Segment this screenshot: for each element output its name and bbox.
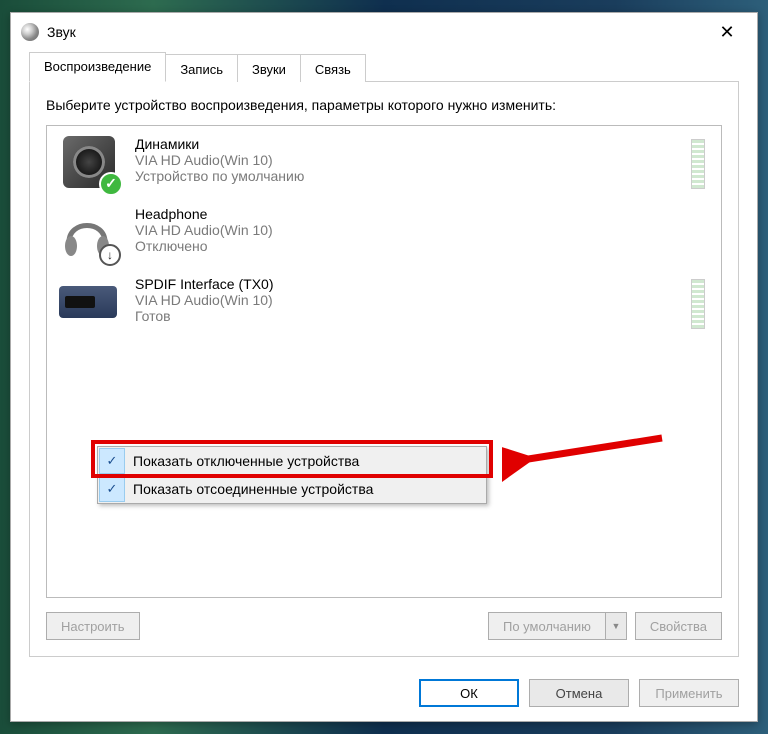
menu-item-label: Показать отключенные устройства: [133, 453, 359, 469]
window-title: Звук: [47, 24, 707, 40]
spdif-icon: [59, 276, 119, 332]
instruction-text: Выберите устройство воспроизведения, пар…: [46, 96, 722, 115]
device-status: Отключено: [135, 238, 709, 254]
level-meter: [691, 139, 705, 189]
sound-dialog: Звук ✕ Воспроизведение Запись Звуки Связ…: [10, 12, 758, 722]
disabled-down-icon: ↓: [99, 244, 121, 266]
device-row-headphone[interactable]: ↓ Headphone VIA HD Audio(Win 10) Отключе…: [51, 200, 717, 270]
tab-sounds[interactable]: Звуки: [237, 54, 301, 82]
device-driver: VIA HD Audio(Win 10): [135, 292, 691, 308]
device-name: Динамики: [135, 136, 691, 152]
close-button[interactable]: ✕: [707, 17, 747, 47]
titlebar: Звук ✕: [11, 13, 757, 51]
apply-button[interactable]: Применить: [639, 679, 739, 707]
device-status: Готов: [135, 308, 691, 324]
device-status: Устройство по умолчанию: [135, 168, 691, 184]
annotation-arrow: [502, 426, 672, 486]
headphone-icon: ↓: [59, 206, 119, 262]
device-row-speakers[interactable]: ✓ Динамики VIA HD Audio(Win 10) Устройст…: [51, 130, 717, 200]
content-area: Воспроизведение Запись Звуки Связь Выбер…: [11, 51, 757, 667]
menu-show-disconnected[interactable]: ✓ Показать отсоединенные устройства: [98, 475, 486, 503]
tab-strip: Воспроизведение Запись Звуки Связь: [29, 52, 739, 82]
context-menu: ✓ Показать отключенные устройства ✓ Пока…: [97, 446, 487, 504]
configure-button[interactable]: Настроить: [46, 612, 140, 640]
sound-icon: [21, 23, 39, 41]
dialog-button-row: ОК Отмена Применить: [11, 667, 757, 721]
device-info: SPDIF Interface (TX0) VIA HD Audio(Win 1…: [135, 276, 691, 324]
device-name: Headphone: [135, 206, 709, 222]
device-driver: VIA HD Audio(Win 10): [135, 222, 709, 238]
check-icon: ✓: [99, 476, 125, 502]
level-meter: [691, 279, 705, 329]
device-row-spdif[interactable]: SPDIF Interface (TX0) VIA HD Audio(Win 1…: [51, 270, 717, 340]
menu-show-disabled[interactable]: ✓ Показать отключенные устройства: [98, 447, 486, 475]
check-icon: ✓: [99, 448, 125, 474]
default-button[interactable]: По умолчанию: [488, 612, 605, 640]
menu-item-label: Показать отсоединенные устройства: [133, 481, 373, 497]
device-list[interactable]: ✓ Динамики VIA HD Audio(Win 10) Устройст…: [46, 125, 722, 598]
tab-communications[interactable]: Связь: [300, 54, 366, 82]
tab-panel-playback: Выберите устройство воспроизведения, пар…: [29, 81, 739, 657]
device-info: Headphone VIA HD Audio(Win 10) Отключено: [135, 206, 709, 254]
ok-button[interactable]: ОК: [419, 679, 519, 707]
default-split-button[interactable]: По умолчанию ▼: [488, 612, 627, 640]
properties-button[interactable]: Свойства: [635, 612, 722, 640]
device-driver: VIA HD Audio(Win 10): [135, 152, 691, 168]
device-info: Динамики VIA HD Audio(Win 10) Устройство…: [135, 136, 691, 184]
default-dropdown-arrow[interactable]: ▼: [605, 612, 627, 640]
tab-recording[interactable]: Запись: [165, 54, 238, 82]
device-name: SPDIF Interface (TX0): [135, 276, 691, 292]
default-check-icon: ✓: [99, 172, 123, 196]
cancel-button[interactable]: Отмена: [529, 679, 629, 707]
speaker-icon: ✓: [59, 136, 119, 192]
panel-button-row: Настроить По умолчанию ▼ Свойства: [46, 612, 722, 640]
tab-playback[interactable]: Воспроизведение: [29, 52, 166, 82]
